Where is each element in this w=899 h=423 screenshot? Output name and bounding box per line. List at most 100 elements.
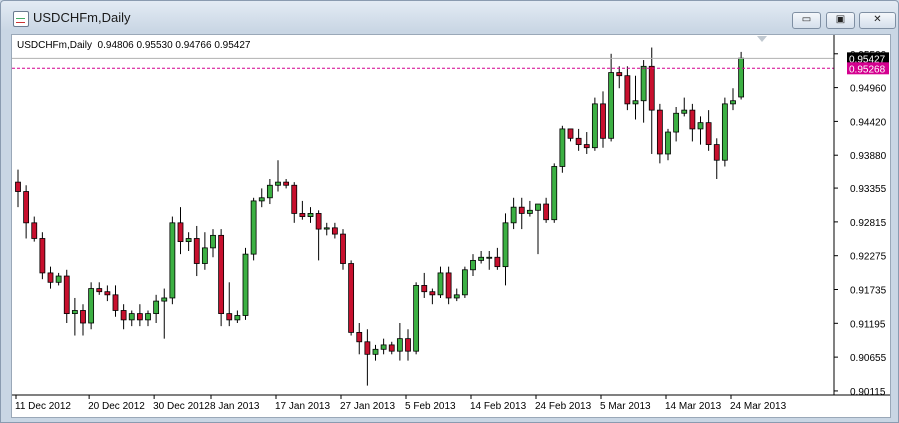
price-chart[interactable]: 0.90115 0.90655 0.91195 0.91735 0.92275 0.928… xyxy=(12,35,890,417)
candle xyxy=(380,338,387,355)
candle-body xyxy=(583,144,590,149)
candle xyxy=(705,110,712,151)
candle-body xyxy=(145,313,151,321)
candle xyxy=(567,128,574,142)
candle-body xyxy=(648,65,655,111)
close-button[interactable]: ✕ xyxy=(859,12,896,29)
candle-body xyxy=(575,137,582,145)
time-tick-label: 30 Dec 2012 xyxy=(153,401,210,412)
candle xyxy=(348,260,355,336)
candle xyxy=(169,216,176,305)
candle xyxy=(689,103,696,142)
candle xyxy=(526,200,533,217)
candle xyxy=(340,229,346,270)
candle-body xyxy=(437,272,444,296)
candle xyxy=(145,310,151,327)
candle-body xyxy=(616,72,623,77)
candle-body xyxy=(299,213,306,217)
candle-body xyxy=(242,253,249,316)
candle-body xyxy=(226,313,233,321)
candle xyxy=(104,285,111,302)
candle xyxy=(291,182,298,223)
candle-body xyxy=(600,103,606,139)
candle-body xyxy=(185,238,192,243)
candle-body xyxy=(640,65,647,102)
candle-body xyxy=(413,285,420,352)
maximize-button[interactable]: ▣ xyxy=(826,12,855,29)
maximize-icon: ▣ xyxy=(835,14,846,25)
candle-body xyxy=(169,222,176,299)
candle-body xyxy=(591,103,598,149)
price-axis: 0.90115 0.90655 0.91195 0.91735 0.92275 0.928… xyxy=(834,50,889,398)
minimize-icon: ▭ xyxy=(801,14,812,25)
candle-body xyxy=(445,272,452,299)
candle xyxy=(656,103,663,164)
candle-body xyxy=(730,100,736,105)
candle xyxy=(730,88,736,111)
candle-body xyxy=(136,313,143,321)
time-axis: 11 Dec 2012 20 Dec 2012 30 Dec 2012 8 Jan 2… xyxy=(15,395,787,412)
candle-body xyxy=(210,234,216,249)
candle-body xyxy=(388,344,395,352)
candle xyxy=(120,304,127,330)
candle xyxy=(47,266,54,289)
candle-body xyxy=(526,209,533,214)
candle-body xyxy=(315,213,322,230)
chart-area[interactable]: 0.90115 0.90655 0.91195 0.91735 0.92275 0.928… xyxy=(11,34,891,418)
candle xyxy=(518,197,525,230)
candle-body xyxy=(559,128,566,167)
price-tick-label: 0.90115 xyxy=(850,387,886,398)
candle-body xyxy=(502,222,509,268)
candle xyxy=(535,203,541,255)
candle xyxy=(632,75,639,120)
candle xyxy=(721,97,728,167)
time-tick-label: 20 Dec 2012 xyxy=(88,401,145,412)
candle xyxy=(71,297,78,336)
candle xyxy=(486,251,493,270)
time-tick-label: 14 Feb 2013 xyxy=(470,401,527,412)
candle xyxy=(421,272,428,298)
candle xyxy=(323,222,330,236)
candle-body xyxy=(307,213,314,217)
candle xyxy=(315,210,322,261)
candle xyxy=(494,247,501,270)
window-title: USDCHFm,Daily xyxy=(33,10,131,25)
time-tick-label: 24 Mar 2013 xyxy=(730,401,787,412)
candle xyxy=(266,179,273,205)
time-tick-label: 11 Dec 2012 xyxy=(15,401,71,412)
candle-body xyxy=(608,72,615,139)
candle xyxy=(372,344,379,361)
price-tick-label: 0.92275 xyxy=(850,252,887,263)
chart-shift-marker[interactable] xyxy=(757,36,767,42)
candle-body xyxy=(71,310,78,315)
title-bar[interactable]: USDCHFm,Daily ▭ ▣ ✕ xyxy=(1,1,898,33)
candle xyxy=(96,282,103,295)
candle-body xyxy=(405,338,411,352)
candle xyxy=(250,197,257,261)
price-tick-label: 0.93880 xyxy=(850,151,887,162)
candle xyxy=(697,116,704,145)
candle-body xyxy=(23,191,30,224)
candle-body xyxy=(656,109,663,155)
candle xyxy=(624,66,631,111)
candle-body xyxy=(535,203,541,211)
candle xyxy=(15,169,21,208)
candle-body xyxy=(543,203,550,221)
candle xyxy=(559,125,566,173)
candle-body xyxy=(88,288,95,324)
candle xyxy=(55,272,62,286)
candle-body xyxy=(461,269,468,296)
candle xyxy=(161,288,168,339)
time-tick-label: 8 Jan 2013 xyxy=(210,401,260,412)
candle xyxy=(185,232,192,251)
candle xyxy=(453,288,460,302)
candle-body xyxy=(372,348,379,355)
candle xyxy=(551,163,558,223)
candle xyxy=(583,132,590,154)
candle xyxy=(673,107,680,142)
candle-body xyxy=(39,238,46,274)
candle-body xyxy=(470,259,476,271)
minimize-button[interactable]: ▭ xyxy=(792,12,821,29)
time-tick-label: 27 Jan 2013 xyxy=(340,401,395,412)
candle-body xyxy=(283,181,290,186)
